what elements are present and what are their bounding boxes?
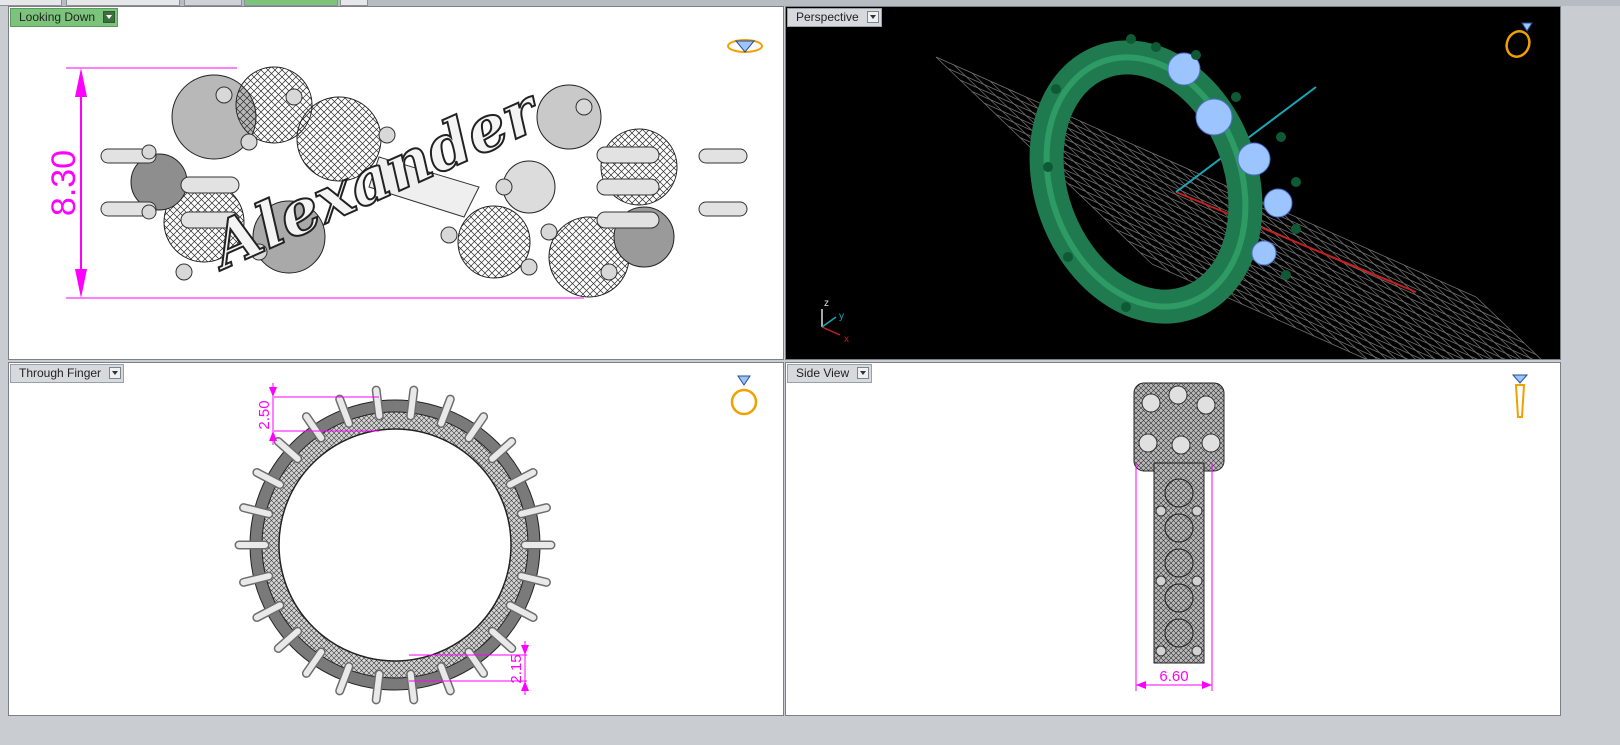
prong — [373, 387, 383, 419]
ring-front-view-render: 2.50 2.15 — [234, 383, 556, 705]
prong — [373, 671, 383, 703]
perspective-scene — [935, 34, 1542, 359]
viewport-looking-down[interactable]: Looking Down Alexander 8.30 — [8, 6, 784, 360]
shank-side — [1153, 462, 1205, 664]
viewport-perspective[interactable]: Perspective z y x — [785, 6, 1561, 360]
svg-text:y: y — [839, 311, 844, 322]
finger-hole — [278, 428, 512, 662]
ring-top-view-render: Alexander 8.30 — [45, 66, 748, 299]
prong — [407, 671, 417, 703]
ring-orientation-icon — [727, 39, 763, 53]
viewport-through-finger[interactable]: Through Finger 2.50 2.15 — [8, 362, 784, 716]
svg-text:x: x — [844, 334, 849, 345]
dimension-label-bottom: 2.15 — [508, 654, 525, 683]
dimension-label: 8.30 — [45, 150, 83, 216]
viewport-side-view[interactable]: Side View 6.60 — [785, 362, 1561, 716]
svg-text:z: z — [824, 298, 829, 309]
axis-gizmo-icon: z y x — [821, 298, 849, 345]
dimension-label: 6.60 — [1159, 668, 1188, 685]
ring-side-view-render: 6.60 — [1133, 382, 1225, 691]
ring-orientation-icon — [1505, 22, 1533, 58]
ring-band-preview — [1029, 40, 1263, 324]
ring-orientation-icon — [1511, 374, 1529, 418]
dimension-label-top: 2.50 — [256, 400, 273, 429]
prong — [407, 387, 417, 419]
ring-orientation-icon — [730, 375, 758, 416]
